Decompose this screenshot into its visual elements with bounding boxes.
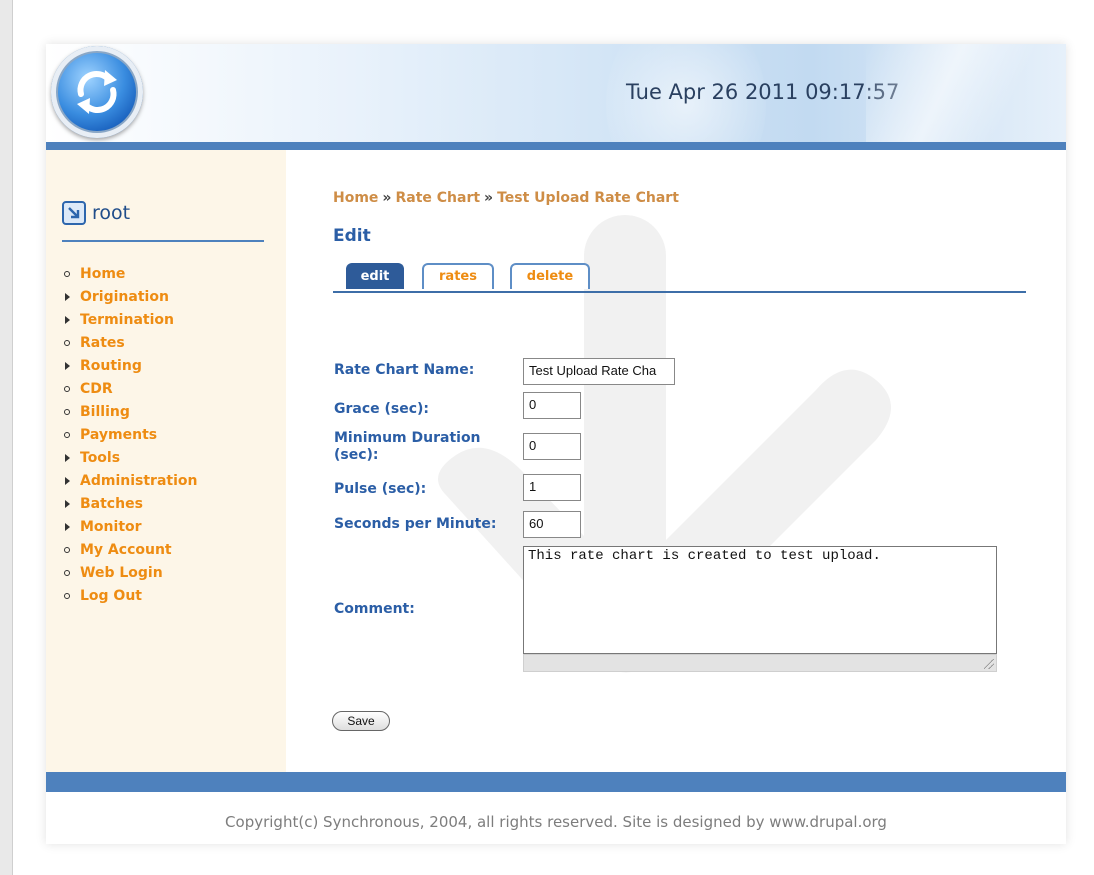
rate-chart-name-label: Rate Chart Name: bbox=[334, 362, 475, 378]
sync-logo bbox=[51, 46, 143, 138]
sidebar-item-termination[interactable]: Termination bbox=[64, 309, 197, 332]
expand-arrow-icon[interactable] bbox=[65, 454, 70, 462]
header-divider bbox=[46, 142, 1066, 150]
sidebar-item-label: My Account bbox=[80, 542, 172, 558]
footer-divider bbox=[46, 772, 1066, 792]
sidebar-item-payments[interactable]: Payments bbox=[64, 424, 197, 447]
bullet-icon bbox=[64, 432, 70, 438]
expand-arrow-icon[interactable] bbox=[65, 477, 70, 485]
bullet-icon bbox=[64, 593, 70, 599]
sidebar-item-tools[interactable]: Tools bbox=[64, 447, 197, 470]
seconds-per-minute-input[interactable]: 60 bbox=[523, 511, 581, 538]
grace-input[interactable]: 0 bbox=[523, 392, 581, 419]
sidebar-item-label: Payments bbox=[80, 427, 158, 443]
user-login-icon bbox=[62, 201, 86, 225]
bullet-icon bbox=[64, 386, 70, 392]
header-datetime: Tue Apr 26 2011 09:17:57 bbox=[626, 80, 900, 104]
breadcrumb-home-link[interactable]: Home bbox=[333, 190, 378, 206]
bullet-icon bbox=[64, 409, 70, 415]
tab-delete[interactable]: delete bbox=[510, 263, 590, 289]
pulse-input[interactable]: 1 bbox=[523, 474, 581, 501]
sidebar-item-home[interactable]: Home bbox=[64, 263, 197, 286]
tab-edit[interactable]: edit bbox=[346, 263, 404, 289]
bullet-icon bbox=[64, 271, 70, 277]
sidebar-item-label: Routing bbox=[80, 358, 142, 374]
sidebar-item-cdr[interactable]: CDR bbox=[64, 378, 197, 401]
sidebar-item-label: CDR bbox=[80, 381, 113, 397]
expand-arrow-icon[interactable] bbox=[65, 362, 70, 370]
window-left-edge bbox=[0, 0, 13, 875]
sidebar-item-administration[interactable]: Administration bbox=[64, 470, 197, 493]
seconds-per-minute-label: Seconds per Minute: bbox=[334, 516, 497, 532]
sidebar-item-web-login[interactable]: Web Login bbox=[64, 562, 197, 585]
sidebar-item-batches[interactable]: Batches bbox=[64, 493, 197, 516]
sidebar-item-label: Home bbox=[80, 266, 126, 282]
resize-grip-icon[interactable] bbox=[984, 659, 994, 669]
pulse-label: Pulse (sec): bbox=[334, 481, 427, 497]
breadcrumb-rate-chart-link[interactable]: Rate Chart bbox=[395, 190, 480, 206]
breadcrumb-separator: » bbox=[382, 190, 392, 206]
sidebar: root Home Origination Termination Rates … bbox=[46, 150, 286, 772]
breadcrumb-separator: » bbox=[484, 190, 494, 206]
bullet-icon bbox=[64, 570, 70, 576]
sidebar-item-label: Log Out bbox=[80, 588, 142, 604]
user-name[interactable]: root bbox=[92, 202, 130, 224]
rate-chart-name-input[interactable]: Test Upload Rate Cha bbox=[523, 358, 675, 385]
main-content: Home» Rate Chart» Test Upload Rate Chart E… bbox=[286, 150, 1066, 772]
sidebar-item-label: Tools bbox=[80, 450, 121, 466]
sidebar-item-routing[interactable]: Routing bbox=[64, 355, 197, 378]
tab-bar: edit rates delete bbox=[333, 257, 1026, 293]
tab-rates[interactable]: rates bbox=[422, 263, 494, 289]
comment-textarea[interactable]: This rate chart is created to test uploa… bbox=[523, 546, 997, 654]
bullet-icon bbox=[64, 547, 70, 553]
sidebar-item-label: Web Login bbox=[80, 565, 163, 581]
sidebar-item-origination[interactable]: Origination bbox=[64, 286, 197, 309]
sidebar-item-label: Origination bbox=[80, 289, 169, 305]
grace-label: Grace (sec): bbox=[334, 401, 430, 417]
sidebar-item-log-out[interactable]: Log Out bbox=[64, 585, 197, 608]
sidebar-item-my-account[interactable]: My Account bbox=[64, 539, 197, 562]
sidebar-item-billing[interactable]: Billing bbox=[64, 401, 197, 424]
textarea-resize-handle[interactable] bbox=[523, 654, 997, 672]
sync-arrows-icon bbox=[77, 70, 117, 114]
sidebar-item-label: Administration bbox=[80, 473, 198, 489]
minimum-duration-label: Minimum Duration (sec): bbox=[334, 430, 481, 463]
sidebar-menu: Home Origination Termination Rates Routi… bbox=[64, 263, 197, 608]
sidebar-item-label: Batches bbox=[80, 496, 143, 512]
expand-arrow-icon[interactable] bbox=[65, 316, 70, 324]
sidebar-item-monitor[interactable]: Monitor bbox=[64, 516, 197, 539]
page-title: Edit bbox=[333, 226, 371, 246]
header: Tue Apr 26 2011 09:17:57 bbox=[46, 44, 1066, 142]
comment-label: Comment: bbox=[334, 601, 415, 617]
expand-arrow-icon[interactable] bbox=[65, 523, 70, 531]
sidebar-item-label: Termination bbox=[80, 312, 174, 328]
bullet-icon bbox=[64, 340, 70, 346]
minimum-duration-input[interactable]: 0 bbox=[523, 433, 581, 460]
expand-arrow-icon[interactable] bbox=[65, 500, 70, 508]
save-button[interactable]: Save bbox=[332, 711, 390, 731]
breadcrumb-current-link[interactable]: Test Upload Rate Chart bbox=[497, 190, 679, 206]
footer-copyright: Copyright(c) Synchronous, 2004, all righ… bbox=[46, 792, 1066, 844]
sidebar-item-label: Rates bbox=[80, 335, 125, 351]
sidebar-item-rates[interactable]: Rates bbox=[64, 332, 197, 355]
breadcrumb: Home» Rate Chart» Test Upload Rate Chart bbox=[333, 190, 679, 206]
expand-arrow-icon[interactable] bbox=[65, 293, 70, 301]
sidebar-item-label: Billing bbox=[80, 404, 130, 420]
user-block: root bbox=[62, 197, 264, 242]
page-frame: Tue Apr 26 2011 09:17:57 root Home Origi… bbox=[46, 44, 1066, 844]
sidebar-item-label: Monitor bbox=[80, 519, 142, 535]
